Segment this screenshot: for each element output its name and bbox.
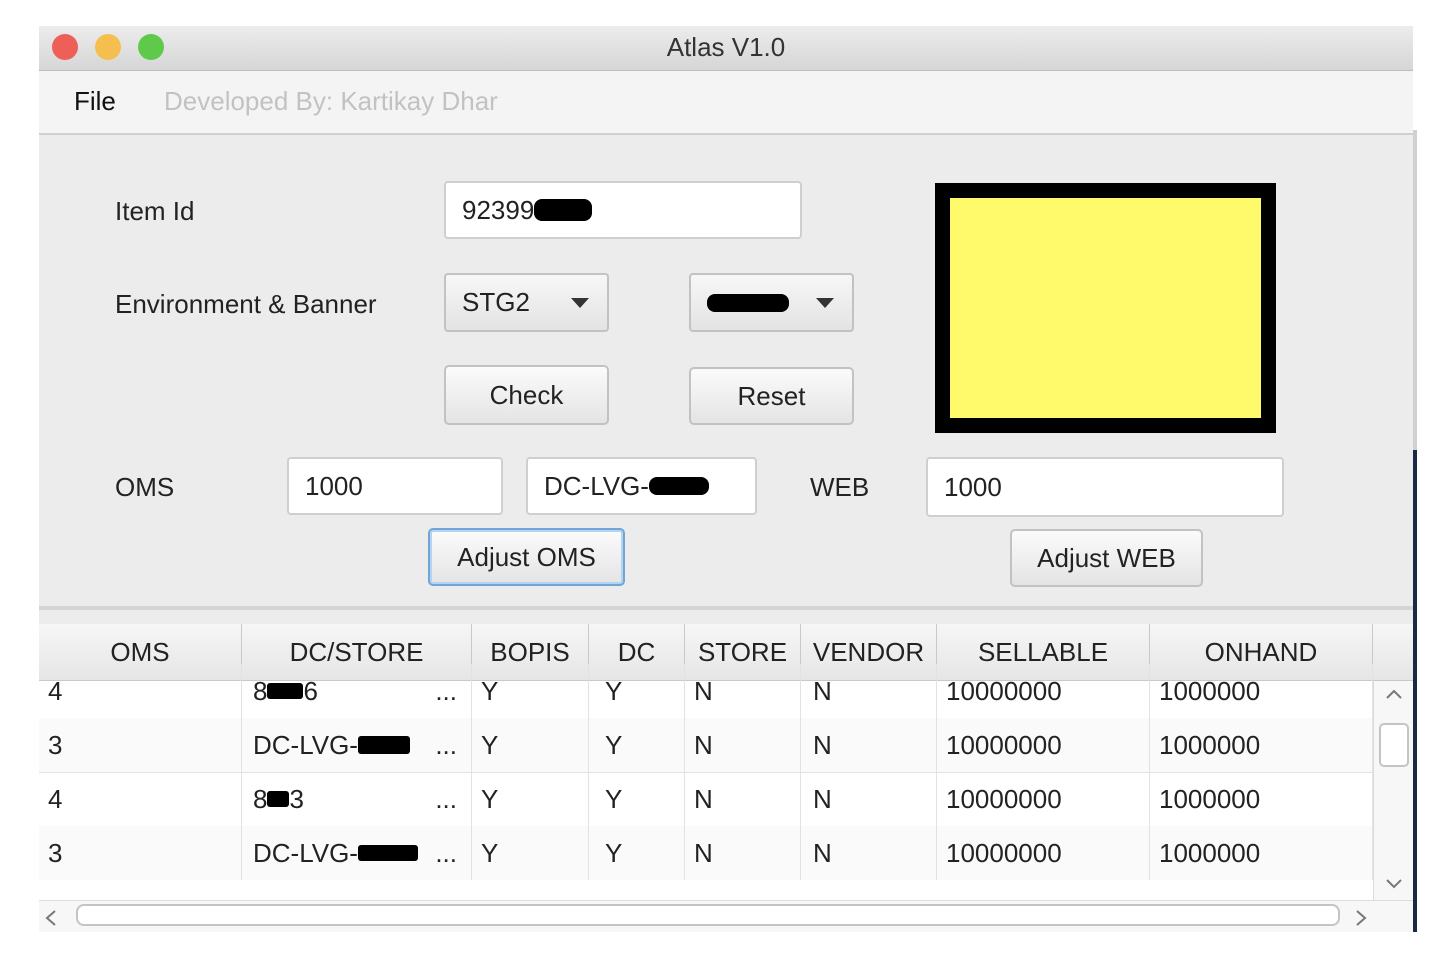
oms-location-input[interactable]: DC-LVG- bbox=[526, 457, 757, 515]
web-label: WEB bbox=[810, 472, 870, 502]
chevron-down-icon bbox=[816, 298, 834, 308]
cell-oms: 4 bbox=[39, 664, 242, 718]
cell-store: N bbox=[685, 772, 801, 826]
table-row[interactable]: 3 DC-LVG- ... Y Y N N 10000000 1000000 bbox=[39, 826, 1373, 881]
cell-store: N bbox=[685, 826, 801, 880]
cell-dc-store-text: DC-LVG- bbox=[253, 729, 358, 760]
cell-bopis: Y bbox=[472, 718, 589, 772]
cell-onhand: 1000000 bbox=[1150, 718, 1373, 772]
cell-sellable: 10000000 bbox=[937, 664, 1150, 718]
cell-bopis: Y bbox=[472, 664, 589, 718]
oms-location-value: DC-LVG- bbox=[544, 470, 649, 501]
cell-dc: Y bbox=[589, 718, 685, 772]
cell-bopis: Y bbox=[472, 772, 589, 826]
adjust-oms-button[interactable]: Adjust OMS bbox=[428, 528, 625, 586]
chevron-down-icon bbox=[571, 298, 589, 308]
cell-vendor: N bbox=[801, 826, 937, 880]
horizontal-scroll-thumb[interactable] bbox=[76, 904, 1340, 926]
column-header-filler bbox=[1373, 624, 1413, 680]
cell-onhand: 1000000 bbox=[1150, 664, 1373, 718]
reset-button[interactable]: Reset bbox=[689, 367, 854, 425]
title-bar: Atlas V1.0 bbox=[39, 26, 1413, 71]
chevron-right-icon[interactable] bbox=[1353, 909, 1369, 927]
environment-select[interactable]: STG2 bbox=[444, 273, 609, 332]
cell-dc-store: 83 ... bbox=[242, 772, 472, 826]
cell-dc-store-text: DC-LVG- bbox=[253, 837, 358, 868]
cell-vendor: N bbox=[801, 664, 937, 718]
menu-bar: File Developed By: Kartikay Dhar bbox=[39, 71, 1413, 135]
table-row[interactable]: 4 8 6 ... Y Y N N 10000000 1000000 bbox=[39, 664, 1373, 719]
cell-sellable: 10000000 bbox=[937, 718, 1150, 772]
web-quantity-input[interactable]: 1000 bbox=[926, 457, 1284, 517]
cell-vendor: N bbox=[801, 718, 937, 772]
chevron-left-icon[interactable] bbox=[43, 909, 59, 927]
cell-dc-store: 8 6 ... bbox=[242, 664, 472, 718]
section-divider bbox=[39, 606, 1413, 610]
cell-oms: 4 bbox=[39, 772, 242, 826]
cell-dc-store-text: 8 bbox=[253, 783, 268, 814]
cell-ellipsis: ... bbox=[435, 675, 457, 706]
cell-ellipsis: ... bbox=[435, 783, 457, 814]
table-row[interactable]: 3 DC-LVG- ... Y Y N N 10000000 1000000 bbox=[39, 718, 1373, 773]
developer-credit: Developed By: Kartikay Dhar bbox=[164, 86, 498, 116]
vertical-scroll-thumb[interactable] bbox=[1379, 723, 1409, 767]
inventory-table: OMS DC/STORE BOPIS DC STORE VENDOR SELLA… bbox=[39, 624, 1413, 932]
cell-store: N bbox=[685, 718, 801, 772]
cell-sellable: 10000000 bbox=[937, 826, 1150, 880]
table-row[interactable]: 4 83 ... Y Y N N 10000000 1000000 bbox=[39, 772, 1373, 827]
redaction-mark bbox=[534, 199, 593, 221]
check-button[interactable]: Check bbox=[444, 365, 609, 425]
cell-dc-store: DC-LVG- ... bbox=[242, 826, 472, 880]
item-id-value: 92399 bbox=[462, 194, 535, 225]
chevron-down-icon[interactable] bbox=[1384, 877, 1404, 891]
cell-sellable: 10000000 bbox=[937, 772, 1150, 826]
cell-bopis: Y bbox=[472, 826, 589, 880]
table-row-partial bbox=[39, 880, 1373, 900]
horizontal-scrollbar[interactable] bbox=[39, 900, 1413, 932]
chevron-up-icon[interactable] bbox=[1384, 687, 1404, 701]
app-window: Atlas V1.0 File Developed By: Kartikay D… bbox=[39, 26, 1413, 932]
oms-label: OMS bbox=[115, 472, 175, 502]
cell-dc-store-suffix: 3 bbox=[289, 783, 304, 814]
cell-onhand: 1000000 bbox=[1150, 772, 1373, 826]
cell-oms: 3 bbox=[39, 718, 242, 772]
redaction-mark bbox=[648, 477, 709, 495]
item-id-label: Item Id bbox=[115, 196, 195, 226]
redaction-mark bbox=[267, 791, 290, 807]
cell-dc-store-suffix: 6 bbox=[303, 675, 318, 706]
environment-value: STG2 bbox=[462, 287, 530, 317]
redaction-mark bbox=[707, 293, 789, 312]
cell-dc: Y bbox=[589, 772, 685, 826]
cell-dc: Y bbox=[589, 826, 685, 880]
desktop-edge bbox=[1413, 450, 1417, 932]
oms-quantity-input[interactable]: 1000 bbox=[287, 457, 503, 515]
environment-banner-label: Environment & Banner bbox=[115, 289, 377, 319]
adjust-web-button[interactable]: Adjust WEB bbox=[1010, 529, 1203, 587]
vertical-scrollbar[interactable] bbox=[1373, 681, 1413, 900]
menu-file[interactable]: File bbox=[74, 86, 116, 117]
cell-onhand: 1000000 bbox=[1150, 826, 1373, 880]
cell-dc-store-text: 8 bbox=[253, 675, 268, 706]
banner-select[interactable] bbox=[689, 273, 854, 332]
cell-ellipsis: ... bbox=[435, 729, 457, 760]
cell-vendor: N bbox=[801, 772, 937, 826]
status-indicator bbox=[935, 183, 1276, 433]
item-id-input[interactable]: 92399 bbox=[444, 181, 802, 239]
cell-ellipsis: ... bbox=[435, 837, 457, 868]
redaction-mark bbox=[357, 845, 418, 861]
window-title: Atlas V1.0 bbox=[666, 32, 786, 62]
cell-dc-store: DC-LVG- ... bbox=[242, 718, 472, 772]
cell-dc: Y bbox=[589, 664, 685, 718]
redaction-mark bbox=[357, 736, 410, 754]
cell-oms: 3 bbox=[39, 826, 242, 880]
redaction-mark bbox=[267, 683, 304, 699]
cell-store: N bbox=[685, 664, 801, 718]
